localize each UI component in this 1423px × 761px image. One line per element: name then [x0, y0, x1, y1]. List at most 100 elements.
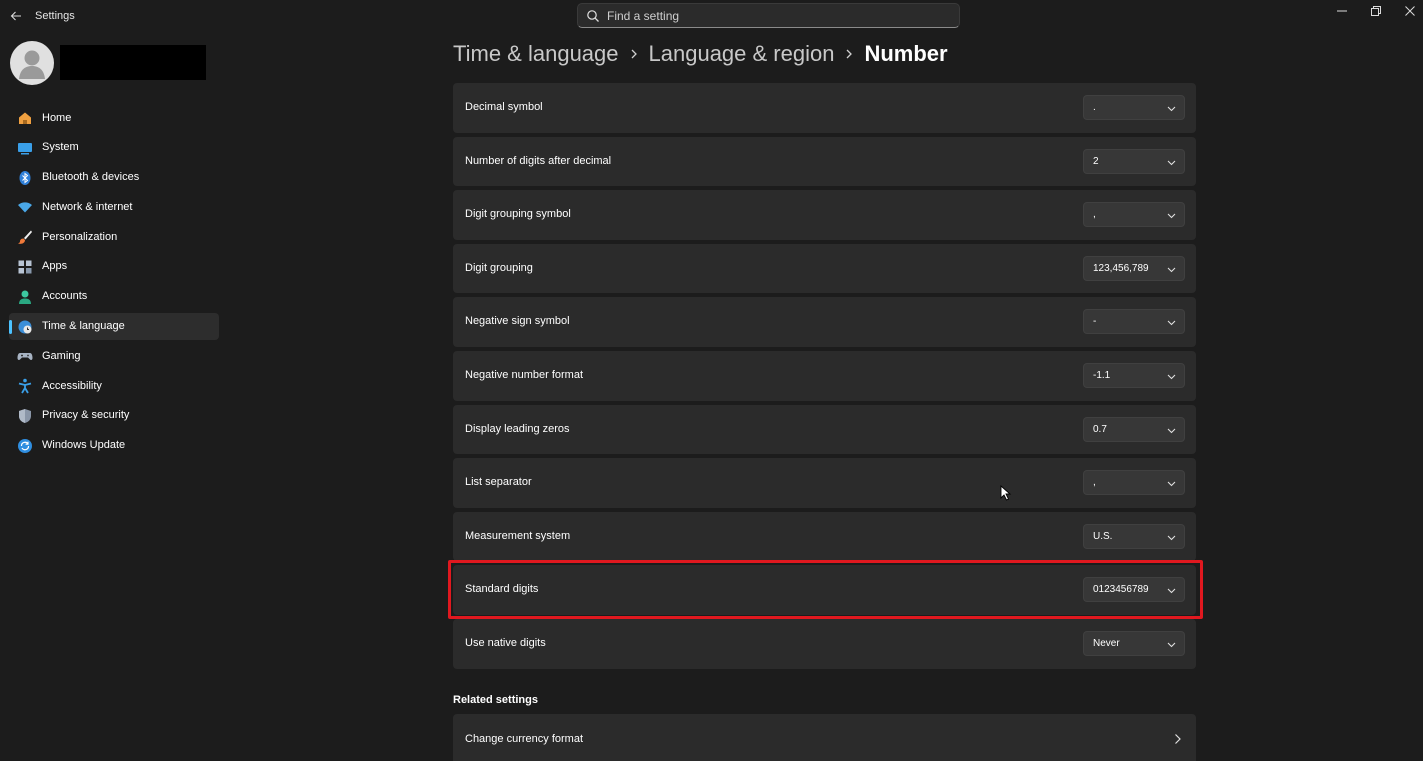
- apps-icon: [17, 259, 33, 275]
- negative-sign-symbol-dropdown[interactable]: -: [1083, 309, 1185, 335]
- avatar[interactable]: [10, 41, 54, 85]
- sidebar-item-accounts[interactable]: Accounts: [9, 283, 219, 310]
- dropdown-value: Never: [1093, 637, 1120, 649]
- list-separator-dropdown[interactable]: ,: [1083, 470, 1185, 496]
- use-native-digits-dropdown[interactable]: Never: [1083, 630, 1185, 656]
- title-bar: Settings: [0, 0, 1423, 32]
- setting-label: Decimal symbol: [465, 101, 543, 113]
- windows-update-icon: [17, 438, 33, 454]
- mouse-cursor-icon: [1000, 485, 1012, 501]
- digit-grouping-dropdown[interactable]: 123,456,789: [1083, 255, 1185, 281]
- profile-name-redacted: [60, 45, 206, 80]
- gaming-icon: [17, 348, 33, 364]
- setting-row-standard-digits: Standard digits 0123456789: [453, 565, 1196, 615]
- sidebar-item-bluetooth[interactable]: Bluetooth & devices: [9, 164, 219, 191]
- dropdown-value: -: [1093, 316, 1097, 328]
- chevron-down-icon: [1167, 374, 1176, 380]
- setting-row-digit-grouping: Digit grouping 123,456,789: [453, 243, 1196, 294]
- bluetooth-icon: [17, 170, 33, 186]
- related-settings-heading: Related settings: [453, 694, 538, 706]
- setting-label: Measurement system: [465, 529, 571, 542]
- sidebar-nav: Home System Bluetooth & devices Network …: [9, 104, 219, 462]
- chevron-down-icon: [1167, 213, 1176, 219]
- setting-row-decimal-symbol: Decimal symbol .: [453, 83, 1196, 133]
- standard-digits-dropdown[interactable]: 0123456789: [1083, 577, 1185, 603]
- setting-label: Negative sign symbol: [465, 315, 570, 328]
- change-currency-format-link[interactable]: Change currency format: [453, 714, 1196, 761]
- sidebar-item-personalization[interactable]: Personalization: [9, 223, 219, 250]
- setting-row-measurement-system: Measurement system U.S.: [453, 511, 1196, 562]
- chevron-right-icon: [619, 40, 649, 68]
- setting-row-list-separator: List separator ,: [453, 458, 1196, 508]
- sidebar-item-privacy-security[interactable]: Privacy & security: [9, 402, 219, 429]
- sidebar-item-label: Accounts: [42, 290, 88, 303]
- setting-row-negative-sign-symbol: Negative sign symbol -: [453, 297, 1196, 347]
- sidebar-item-label: Network & internet: [42, 200, 133, 213]
- sidebar-item-accessibility[interactable]: Accessibility: [9, 372, 219, 399]
- dropdown-value: ,: [1093, 477, 1096, 489]
- minimize-icon: [1337, 10, 1347, 12]
- setting-label: Display leading zeros: [465, 422, 570, 435]
- digit-grouping-symbol-dropdown[interactable]: ,: [1083, 202, 1185, 228]
- sidebar-item-gaming[interactable]: Gaming: [9, 342, 219, 369]
- sidebar-item-system[interactable]: System: [9, 134, 219, 161]
- shield-icon: [17, 408, 33, 424]
- sidebar-item-label: System: [42, 141, 79, 154]
- sidebar-item-label: Time & language: [42, 320, 125, 333]
- dropdown-value: 2: [1093, 155, 1099, 167]
- setting-row-negative-number-format: Negative number format -1.1: [453, 350, 1196, 401]
- sidebar-item-windows-update[interactable]: Windows Update: [9, 432, 219, 459]
- chevron-down-icon: [1167, 481, 1176, 487]
- display-leading-zeros-dropdown[interactable]: 0.7: [1083, 416, 1185, 442]
- sidebar-item-apps[interactable]: Apps: [9, 253, 219, 280]
- measurement-system-dropdown[interactable]: U.S.: [1083, 523, 1185, 549]
- user-icon: [19, 50, 45, 79]
- digits-after-decimal-dropdown[interactable]: 2: [1083, 148, 1185, 174]
- setting-row-display-leading-zeros: Display leading zeros 0.7: [453, 404, 1196, 455]
- chevron-down-icon: [1167, 267, 1176, 273]
- dropdown-value: -1.1: [1093, 369, 1111, 381]
- setting-label: Negative number format: [465, 368, 583, 381]
- dropdown-value: 0123456789: [1093, 584, 1149, 596]
- sidebar-item-label: Home: [42, 111, 72, 124]
- chevron-down-icon: [1167, 320, 1176, 326]
- dropdown-value: .: [1093, 102, 1096, 113]
- chevron-right-icon: [1175, 734, 1181, 744]
- sidebar-item-label: Bluetooth & devices: [42, 171, 140, 184]
- setting-label: Digit grouping symbol: [465, 208, 571, 221]
- sidebar-item-time-language[interactable]: Time & language: [9, 312, 219, 340]
- search-box[interactable]: [577, 3, 960, 28]
- app-title: Settings: [35, 10, 75, 22]
- sidebar-item-label: Accessibility: [42, 379, 102, 392]
- back-arrow-icon: [10, 11, 21, 21]
- dropdown-value: U.S.: [1093, 530, 1113, 542]
- accessibility-icon: [17, 378, 33, 394]
- chevron-down-icon: [1167, 106, 1176, 112]
- system-icon: [17, 140, 33, 156]
- search-input[interactable]: [607, 6, 947, 25]
- wifi-icon: [17, 199, 33, 215]
- back-button[interactable]: [6, 6, 26, 26]
- accounts-icon: [17, 289, 33, 305]
- setting-label: Standard digits: [465, 583, 539, 596]
- breadcrumb-language-region[interactable]: Language & region: [649, 41, 835, 67]
- close-icon: [1405, 6, 1415, 16]
- minimize-button[interactable]: [1325, 0, 1359, 22]
- sidebar-item-label: Privacy & security: [42, 409, 130, 422]
- sidebar-item-home[interactable]: Home: [9, 104, 219, 131]
- settings-window: Settings Find a setting Home System Blue…: [0, 0, 1423, 761]
- breadcrumb-time-language[interactable]: Time & language: [453, 41, 619, 67]
- chevron-down-icon: [1167, 428, 1176, 433]
- setting-label: List separator: [465, 476, 532, 489]
- sidebar-item-label: Apps: [42, 260, 68, 273]
- decimal-symbol-dropdown[interactable]: .: [1083, 95, 1185, 120]
- chevron-down-icon: [1167, 160, 1176, 165]
- close-button[interactable]: [1393, 0, 1423, 22]
- restore-button[interactable]: [1359, 0, 1393, 22]
- setting-row-use-native-digits: Use native digits Never: [453, 618, 1196, 669]
- chevron-right-icon: [834, 40, 864, 68]
- setting-row-digits-after-decimal: Number of digits after decimal 2: [453, 136, 1196, 187]
- chevron-down-icon: [1167, 642, 1176, 648]
- negative-number-format-dropdown[interactable]: -1.1: [1083, 362, 1185, 388]
- sidebar-item-network[interactable]: Network & internet: [9, 193, 219, 220]
